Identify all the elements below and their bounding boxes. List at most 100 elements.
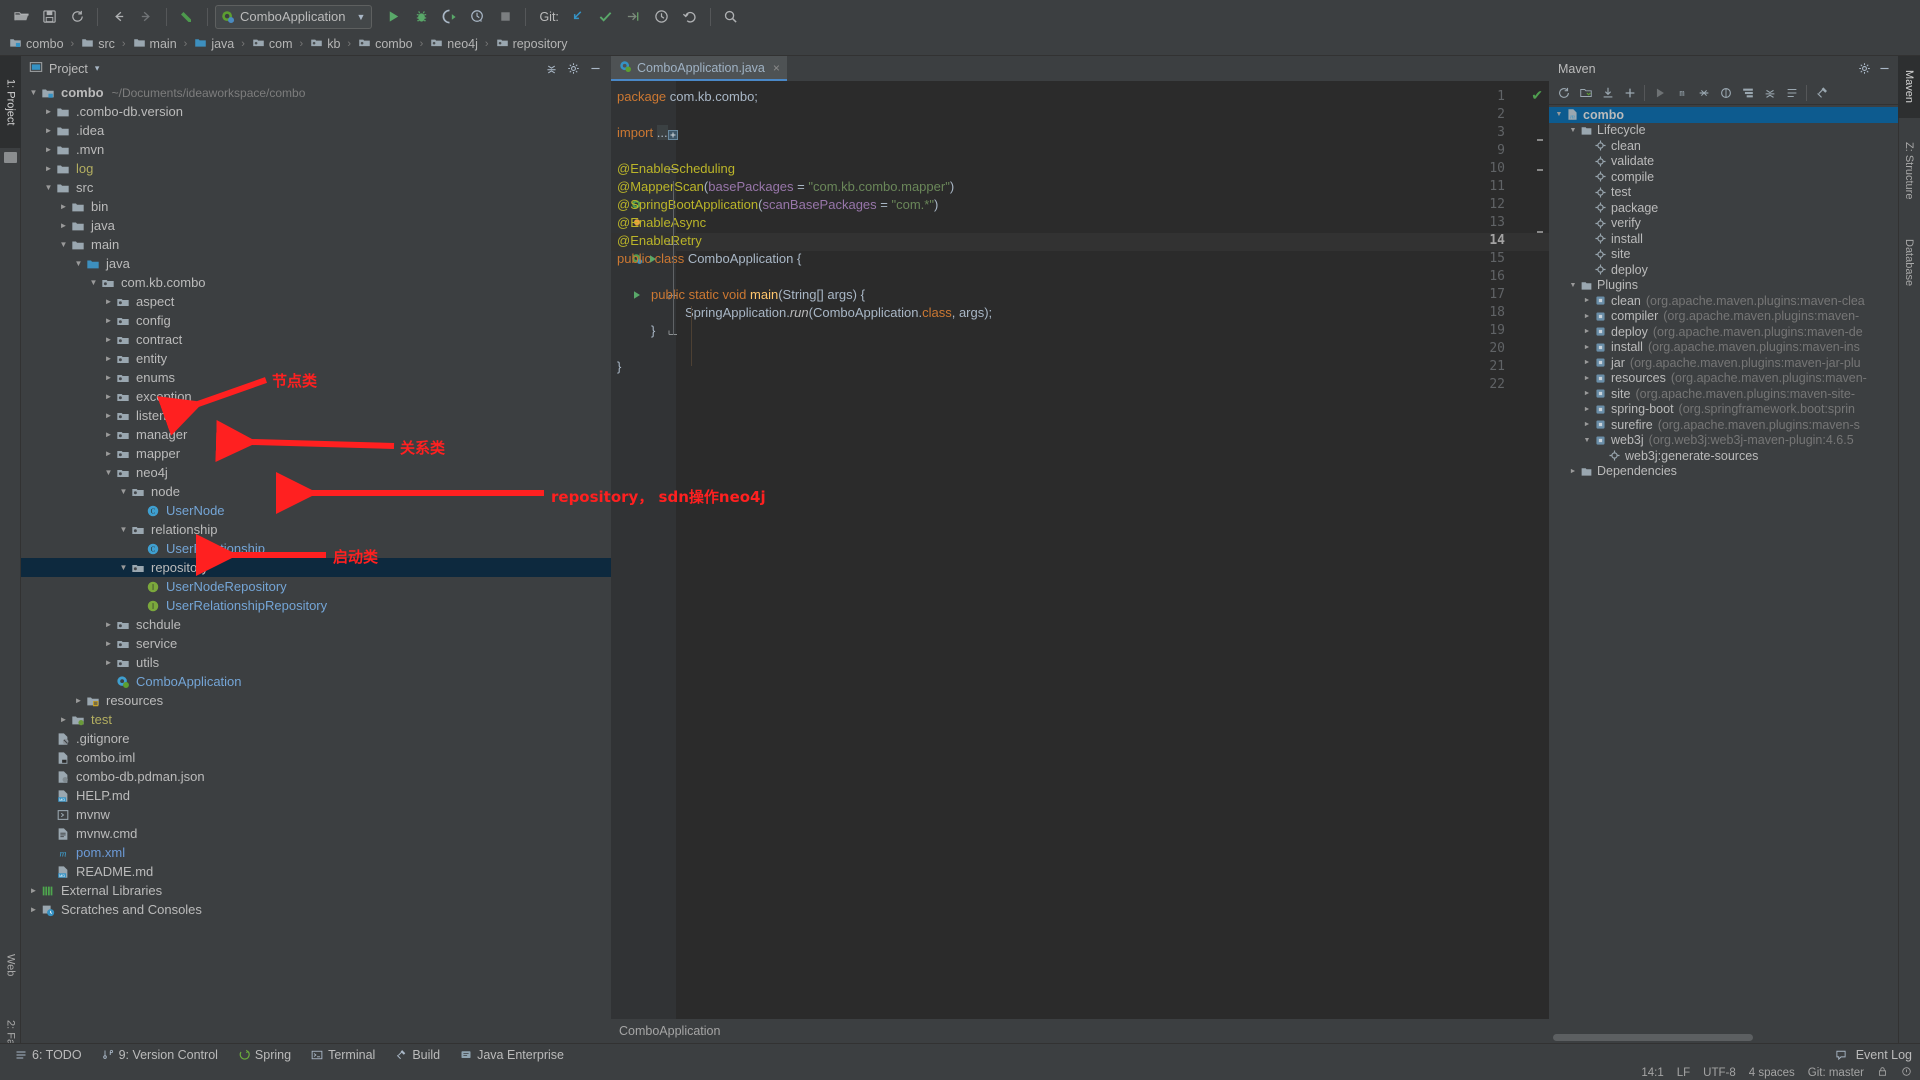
tree-node-log[interactable]: ► log xyxy=(21,159,611,178)
run-configuration-selector[interactable]: ComboApplication ▼ xyxy=(215,4,373,29)
expand-icon[interactable] xyxy=(1781,82,1802,103)
tree-node-pom-xml[interactable]: m pom.xml xyxy=(21,843,611,862)
tree-node--combo-db-version[interactable]: ► .combo-db.version xyxy=(21,102,611,121)
run-with-coverage-icon[interactable] xyxy=(436,5,462,29)
profile-icon[interactable] xyxy=(464,5,490,29)
maven-node-site[interactable]: ► site (org.apache.maven.plugins:maven-sit… xyxy=(1549,386,1898,402)
chevron-down-icon[interactable]: ▼ xyxy=(117,563,130,572)
chevron-down-icon[interactable]: ▼ xyxy=(1567,127,1579,134)
editor-tab-comboapplication[interactable]: ComboApplication.java × xyxy=(611,56,787,81)
tree-node-scratches-and-consoles[interactable]: ► Scratches and Consoles xyxy=(21,900,611,919)
breadcrumb-item-com[interactable]: com xyxy=(252,36,293,52)
chevron-right-icon[interactable]: ► xyxy=(102,373,115,382)
tree-node-main[interactable]: ▼ main xyxy=(21,235,611,254)
sync-icon[interactable] xyxy=(64,5,90,29)
tree-node-entity[interactable]: ► entity xyxy=(21,349,611,368)
chevron-right-icon[interactable]: ► xyxy=(102,411,115,420)
collapse-all-icon[interactable] xyxy=(540,59,562,79)
chevron-right-icon[interactable]: ► xyxy=(27,886,40,895)
tree-node-test[interactable]: ► test xyxy=(21,710,611,729)
maven-node-install[interactable]: ► install (org.apache.maven.plugins:maven-… xyxy=(1549,340,1898,356)
chevron-down-icon[interactable]: ▼ xyxy=(117,487,130,496)
indent-setting[interactable]: 4 spaces xyxy=(1749,1067,1795,1079)
chevron-right-icon[interactable]: ► xyxy=(1581,344,1593,351)
chevron-right-icon[interactable]: ► xyxy=(27,905,40,914)
forward-arrow-icon[interactable] xyxy=(133,5,159,29)
file-encoding[interactable]: UTF-8 xyxy=(1703,1067,1736,1079)
chevron-down-icon[interactable]: ▼ xyxy=(87,278,100,287)
chevron-down-icon[interactable]: ▼ xyxy=(1581,437,1593,444)
maven-node-plugins[interactable]: ▼ Plugins xyxy=(1549,278,1898,294)
tree-node-usernoderepository[interactable]: I UserNodeRepository xyxy=(21,577,611,596)
maven-node-web3j[interactable]: ▼ web3j (org.web3j:web3j-maven-plugin:4.6.… xyxy=(1549,433,1898,449)
chevron-down-icon[interactable]: ▼ xyxy=(42,183,55,192)
tree-node-manager[interactable]: ► manager xyxy=(21,425,611,444)
chevron-right-icon[interactable]: ► xyxy=(102,297,115,306)
gear-icon[interactable] xyxy=(1854,59,1874,79)
maven-node-package[interactable]: package xyxy=(1549,200,1898,216)
chevron-right-icon[interactable]: ► xyxy=(57,715,70,724)
chevron-right-icon[interactable]: ► xyxy=(1567,468,1579,475)
bottom-tab-9--version-control[interactable]: 9: Version Control xyxy=(93,1045,227,1065)
chevron-right-icon[interactable]: ► xyxy=(1581,375,1593,382)
tree-node-combo-db-pdman-json[interactable]: combo-db.pdman.json xyxy=(21,767,611,786)
settings-gear-icon[interactable] xyxy=(562,59,584,79)
caret-position[interactable]: 14:1 xyxy=(1641,1067,1663,1079)
maven-horizontal-scrollbar[interactable] xyxy=(1553,1034,1753,1041)
chevron-down-icon[interactable]: ▼ xyxy=(1567,282,1579,289)
push-icon[interactable] xyxy=(621,5,647,29)
chevron-right-icon[interactable]: ► xyxy=(1581,421,1593,428)
tree-node--gitignore[interactable]: .gitignore xyxy=(21,729,611,748)
tree-node-repository[interactable]: ▼ repository xyxy=(21,558,611,577)
run-icon[interactable] xyxy=(1649,82,1670,103)
tree-node-resources[interactable]: ► resources xyxy=(21,691,611,710)
chevron-right-icon[interactable]: ► xyxy=(57,202,70,211)
breadcrumb-item-combo[interactable]: combo xyxy=(9,36,64,52)
maven-node-jar[interactable]: ► jar (org.apache.maven.plugins:maven-jar-… xyxy=(1549,355,1898,371)
breadcrumb-item-src[interactable]: src xyxy=(81,36,115,52)
tree-node-com-kb-combo[interactable]: ▼ com.kb.combo xyxy=(21,273,611,292)
tree-node-help-md[interactable]: MD HELP.md xyxy=(21,786,611,805)
chevron-right-icon[interactable]: ► xyxy=(42,164,55,173)
chevron-down-icon[interactable]: ▼ xyxy=(117,525,130,534)
maven-node-compiler[interactable]: ► compiler (org.apache.maven.plugins:maven… xyxy=(1549,309,1898,325)
tree-node-bin[interactable]: ► bin xyxy=(21,197,611,216)
debug-icon[interactable] xyxy=(408,5,434,29)
show-dependencies-icon[interactable] xyxy=(1737,82,1758,103)
chevron-right-icon[interactable]: ► xyxy=(102,316,115,325)
event-log-label[interactable]: Event Log xyxy=(1856,1048,1912,1062)
bottom-tab-spring[interactable]: Spring xyxy=(229,1045,300,1065)
maven-node-resources[interactable]: ► resources (org.apache.maven.plugins:mave… xyxy=(1549,371,1898,387)
chevron-down-icon[interactable]: ▼ xyxy=(72,259,85,268)
tree-node-mvnw-cmd[interactable]: mvnw.cmd xyxy=(21,824,611,843)
tree-node-relationship[interactable]: ▼ relationship xyxy=(21,520,611,539)
maven-node-deploy[interactable]: ► deploy (org.apache.maven.plugins:maven-d… xyxy=(1549,324,1898,340)
search-icon[interactable] xyxy=(718,5,744,29)
stripe-item-structure[interactable]: Z: Structure xyxy=(1898,128,1920,214)
maven-node-spring-boot[interactable]: ► spring-boot (org.springframework.boot:sp… xyxy=(1549,402,1898,418)
maven-node-lifecycle[interactable]: ▼ Lifecycle xyxy=(1549,123,1898,139)
settings-icon[interactable] xyxy=(1811,82,1832,103)
bottom-tab-build[interactable]: Build xyxy=(386,1045,449,1065)
maven-node-test[interactable]: test xyxy=(1549,185,1898,201)
chevron-right-icon[interactable]: ► xyxy=(1581,406,1593,413)
chevron-right-icon[interactable]: ► xyxy=(102,658,115,667)
chevron-right-icon[interactable]: ► xyxy=(102,354,115,363)
code-editor[interactable]: ✔ 1 package com.kb.combo; 2 3 import ... 9 10 @… xyxy=(611,81,1549,1019)
reimport-icon[interactable] xyxy=(1553,82,1574,103)
maven-node-web3j-generate-sources[interactable]: web3j:generate-sources xyxy=(1549,448,1898,464)
stop-icon[interactable] xyxy=(492,5,518,29)
run-icon[interactable] xyxy=(380,5,406,29)
tree-node-contract[interactable]: ► contract xyxy=(21,330,611,349)
chevron-right-icon[interactable]: ► xyxy=(1581,313,1593,320)
toggle-offline-icon[interactable] xyxy=(1715,82,1736,103)
tree-node-userrelationshiprepository[interactable]: I UserRelationshipRepository xyxy=(21,596,611,615)
chevron-right-icon[interactable]: ► xyxy=(102,449,115,458)
maven-node-surefire[interactable]: ► surefire (org.apache.maven.plugins:maven… xyxy=(1549,417,1898,433)
tree-node-schdule[interactable]: ► schdule xyxy=(21,615,611,634)
tree-node-userrelationship[interactable]: C UserRelationship xyxy=(21,539,611,558)
chevron-right-icon[interactable]: ► xyxy=(102,335,115,344)
tree-node-service[interactable]: ► service xyxy=(21,634,611,653)
maven-node-compile[interactable]: compile xyxy=(1549,169,1898,185)
chevron-right-icon[interactable]: ► xyxy=(102,639,115,648)
